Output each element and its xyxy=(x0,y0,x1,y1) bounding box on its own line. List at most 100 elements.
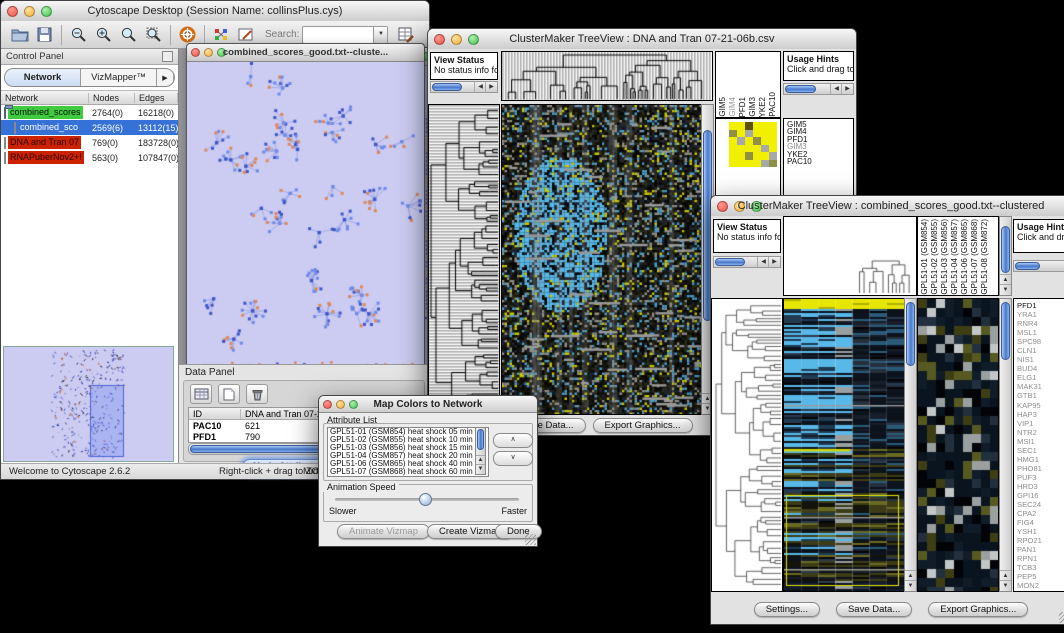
gene-label[interactable]: SEC24 xyxy=(1017,500,1064,509)
gene-label[interactable]: NIS1 xyxy=(1017,355,1064,364)
treeview1-titlebar[interactable]: ClusterMaker TreeView : DNA and Tran 07-… xyxy=(428,29,856,50)
scrollbar-thumb[interactable] xyxy=(715,258,745,266)
gene-label[interactable]: YSH1 xyxy=(1017,527,1064,536)
heatmap-cell[interactable] xyxy=(769,122,777,130)
network-name-cell[interactable]: RNAPuberNov2+! xyxy=(1,150,89,165)
network-row[interactable]: DNA and Tran 07769(0)183728(0) xyxy=(1,135,178,150)
scrollbar-thumb[interactable] xyxy=(1001,302,1010,360)
gene-label[interactable]: MON2 xyxy=(1017,581,1064,590)
gene-label[interactable]: FIG4 xyxy=(1017,518,1064,527)
heatmap-cell[interactable] xyxy=(753,152,761,160)
heatmap-cell[interactable] xyxy=(745,160,753,168)
col-id[interactable]: ID xyxy=(189,409,241,419)
heatmap-cell[interactable] xyxy=(737,137,745,145)
save-data-button[interactable]: Save Data... xyxy=(836,602,912,617)
main-titlebar[interactable]: Cytoscape Desktop (Session Name: collins… xyxy=(1,1,429,22)
heatmap-cell[interactable] xyxy=(745,152,753,160)
gene-label[interactable]: PUF3 xyxy=(1017,473,1064,482)
gene-label[interactable]: GPL51-08 (GSM872) xyxy=(980,219,990,295)
gene-label[interactable]: CPA2 xyxy=(1017,509,1064,518)
scroll-down-icon[interactable]: ▼ xyxy=(1000,580,1011,591)
gene-label[interactable]: YKE2 xyxy=(758,97,768,117)
heatmap-cell[interactable] xyxy=(745,145,753,153)
open-folder-icon[interactable] xyxy=(7,23,32,47)
new-attribute-icon[interactable] xyxy=(218,384,240,404)
resize-grip[interactable] xyxy=(525,534,536,545)
gene-label[interactable]: RPN1 xyxy=(1017,554,1064,563)
scrollbar-thumb[interactable] xyxy=(906,302,915,366)
treeview2-titlebar[interactable]: ClusterMaker TreeView : combined_scores_… xyxy=(711,196,1064,217)
heatmap-cell[interactable] xyxy=(753,137,761,145)
view-status-hscrollbar[interactable]: ◀ ▶ xyxy=(430,81,498,93)
heatmap-cell[interactable] xyxy=(737,122,745,130)
zoom-in-icon[interactable] xyxy=(91,23,116,47)
heatmap-cell[interactable] xyxy=(729,122,737,130)
gene-label[interactable]: PFD1 xyxy=(787,136,853,143)
heatmap[interactable] xyxy=(783,298,905,592)
search-dropdown-arrow-icon[interactable]: ▼ xyxy=(373,27,387,43)
attribute-list-item[interactable]: GPL51-07 (GSM868) heat shock 60 min xyxy=(328,468,488,476)
row-dendrogram[interactable] xyxy=(711,298,783,592)
gene-label[interactable]: HMG1 xyxy=(1017,455,1064,464)
heatmap-cell[interactable] xyxy=(729,130,737,138)
network-name-cell[interactable]: DNA and Tran 07 xyxy=(1,135,89,150)
heatmap-cell[interactable] xyxy=(729,145,737,153)
heatmap-cell[interactable] xyxy=(737,145,745,153)
scroll-right-icon[interactable]: ▶ xyxy=(841,84,853,94)
gene-label[interactable]: GIM4 xyxy=(787,128,853,135)
scroll-down-icon[interactable]: ▼ xyxy=(905,580,916,591)
gene-label[interactable]: PAC10 xyxy=(787,158,853,165)
heatmap[interactable] xyxy=(501,104,702,415)
heatmap-cell[interactable] xyxy=(753,145,761,153)
gene-label[interactable]: PEP5 xyxy=(1017,572,1064,581)
gene-label[interactable]: ELG1 xyxy=(1017,373,1064,382)
heatmap-cell[interactable] xyxy=(761,137,769,145)
column-dendrogram[interactable] xyxy=(783,216,917,296)
heatmap-cell[interactable] xyxy=(761,152,769,160)
network-view-window-1[interactable]: combined_scores_good.txt--cluste... xyxy=(186,43,425,371)
scrollbar-thumb[interactable] xyxy=(1001,226,1010,273)
delete-icon[interactable] xyxy=(246,384,268,404)
network-row[interactable]: combined_sco2569(6)13112(15) xyxy=(1,120,178,135)
gene-label[interactable]: GPL51-07 (GSM868) xyxy=(970,219,980,295)
tab-vizmapper[interactable]: VizMapper™ xyxy=(81,69,157,86)
summary-heatmap[interactable] xyxy=(729,122,777,167)
network-row[interactable]: combined_scores2764(0)16218(0) xyxy=(1,105,178,120)
gene-label[interactable]: KAP95 xyxy=(1017,401,1064,410)
heatmap-cell[interactable] xyxy=(729,160,737,168)
zoom-fit-icon[interactable] xyxy=(141,23,166,47)
gene-label[interactable]: GIM5 xyxy=(718,97,728,117)
heatmap-cell[interactable] xyxy=(729,137,737,145)
col-nodes[interactable]: Nodes xyxy=(89,93,135,103)
zoom-selected-icon[interactable] xyxy=(116,23,141,47)
network-name-cell[interactable]: combined_scores xyxy=(1,105,89,120)
heatmap-cell[interactable] xyxy=(737,160,745,168)
heatmap-cell[interactable] xyxy=(769,152,777,160)
gene-label[interactable]: NTR2 xyxy=(1017,428,1064,437)
export-graphics-button[interactable]: Export Graphics... xyxy=(593,418,693,433)
gene-label[interactable]: GPL51-03 (GSM856) xyxy=(940,219,950,295)
heatmap-cell[interactable] xyxy=(769,145,777,153)
gene-label[interactable]: YKE2 xyxy=(787,151,853,158)
more-tabs-button[interactable]: ▶ xyxy=(157,69,174,86)
zoom-heatmap-vscrollbar[interactable]: ▲ ▼ xyxy=(999,298,1012,592)
gene-label[interactable]: RNR4 xyxy=(1017,319,1064,328)
gene-label[interactable]: GIM4 xyxy=(728,97,738,117)
gene-label[interactable]: GPL51-06 (GSM865) xyxy=(960,219,970,295)
heatmap-cell[interactable] xyxy=(761,160,769,168)
gene-label[interactable]: GPL51-04 (GSM857) xyxy=(950,219,960,295)
gene-label[interactable]: CLN1 xyxy=(1017,346,1064,355)
gene-label[interactable]: GTB1 xyxy=(1017,391,1064,400)
network-row[interactable]: RNAPuberNov2+!563(0)107847(0) xyxy=(1,150,178,165)
heatmap-cell[interactable] xyxy=(753,160,761,168)
heatmap-cell[interactable] xyxy=(745,137,753,145)
gene-label[interactable]: TCB3 xyxy=(1017,563,1064,572)
gene-label[interactable]: VIP1 xyxy=(1017,419,1064,428)
gene-label[interactable]: GIM3 xyxy=(787,143,853,150)
attribute-list[interactable]: GPL51-01 (GSM854) heat shock 05 minGPL51… xyxy=(327,427,489,477)
heatmap-cell[interactable] xyxy=(761,145,769,153)
gene-label[interactable]: PAN1 xyxy=(1017,545,1064,554)
heatmap-cell[interactable] xyxy=(769,130,777,138)
heatmap-cell[interactable] xyxy=(745,122,753,130)
gene-label[interactable]: PFD1 xyxy=(1017,301,1064,310)
